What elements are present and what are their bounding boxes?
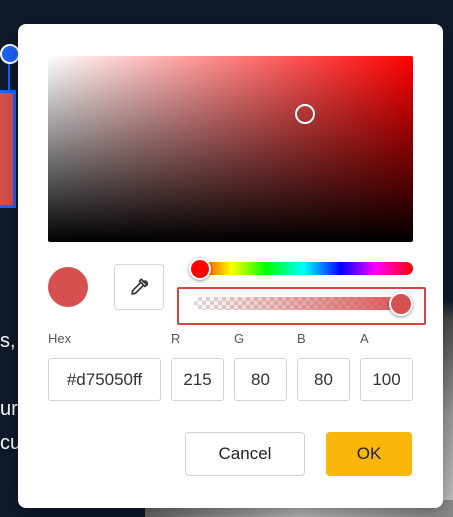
- eyedropper-button[interactable]: [114, 264, 164, 310]
- a-label: A: [360, 331, 369, 346]
- saturation-value-cursor[interactable]: [295, 104, 315, 124]
- cancel-button[interactable]: Cancel: [185, 432, 305, 476]
- background-text-line: cu: [0, 432, 20, 454]
- hue-slider-track[interactable]: [194, 262, 413, 275]
- r-input[interactable]: 215: [171, 358, 224, 401]
- background-text-line: ur: [0, 398, 18, 420]
- b-input[interactable]: 80: [297, 358, 350, 401]
- color-preview-swatch: [48, 267, 88, 307]
- alpha-slider-thumb[interactable]: [389, 292, 413, 316]
- hue-slider-thumb[interactable]: [189, 258, 211, 280]
- ok-button[interactable]: OK: [326, 432, 412, 476]
- hex-input[interactable]: #d75050ff: [48, 358, 161, 401]
- g-input[interactable]: 80: [234, 358, 287, 401]
- color-picker-dialog: Hex R G B A #d75050ff 215 80 80 100 Canc…: [18, 24, 443, 508]
- g-label: G: [234, 331, 245, 346]
- hex-label: Hex: [48, 331, 72, 346]
- eyedropper-icon: [131, 278, 149, 295]
- r-label: R: [171, 331, 181, 346]
- saturation-value-panel[interactable]: [48, 56, 413, 242]
- selected-shape[interactable]: [0, 90, 16, 208]
- background-text-line: s,: [0, 330, 16, 352]
- selection-connector-line: [8, 62, 10, 90]
- rotate-handle-icon[interactable]: [0, 44, 20, 64]
- b-label: B: [297, 331, 306, 346]
- alpha-slider-track[interactable]: [194, 297, 413, 310]
- a-input[interactable]: 100: [360, 358, 413, 401]
